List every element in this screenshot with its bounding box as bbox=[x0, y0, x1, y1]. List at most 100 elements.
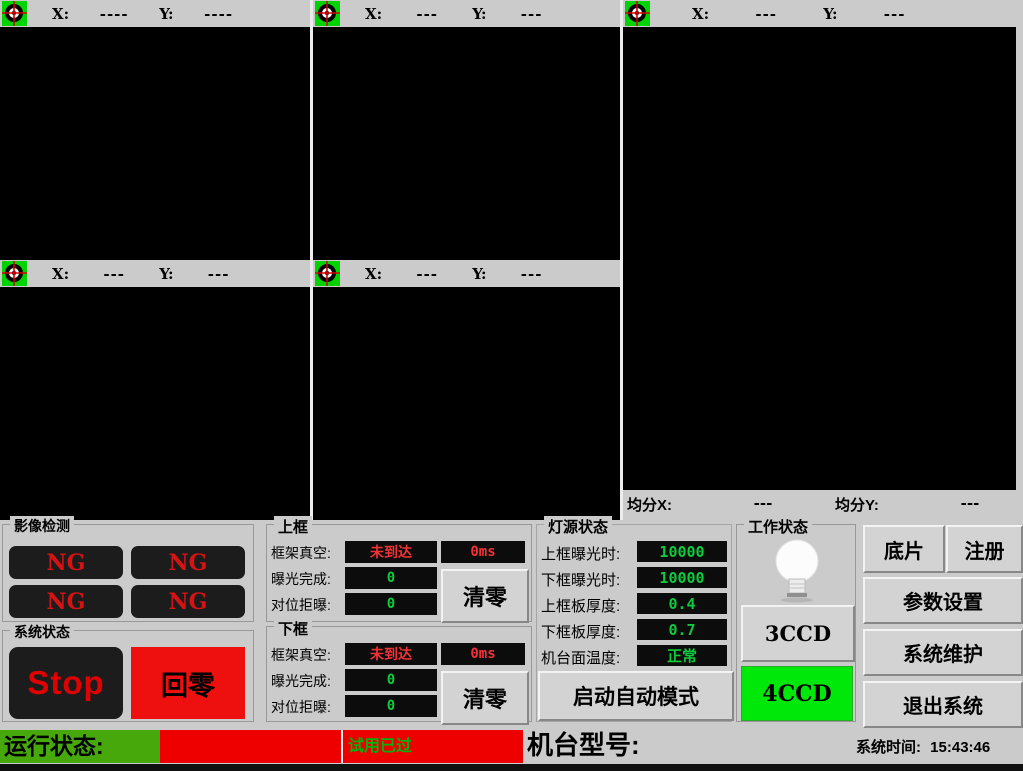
exposure-count-display: 0 bbox=[345, 669, 437, 691]
y-coord-value: --- bbox=[501, 265, 563, 283]
vacuum-status-display: 未到达 bbox=[345, 541, 437, 563]
parameter-settings-button[interactable]: 参数设置 bbox=[863, 577, 1023, 624]
camera-header-2: X: --- Y: --- bbox=[313, 0, 620, 27]
ccd4-mode-button[interactable]: 4CCD bbox=[741, 666, 853, 721]
align-reject-display: 0 bbox=[345, 695, 437, 717]
exposure-count-display: 0 bbox=[345, 567, 437, 589]
ng-indicator-4: NG bbox=[131, 585, 245, 618]
upper-frame-panel: 上框 框架真空: 未到达 0ms 曝光完成: 0 对位拒曝: 0 清零 bbox=[266, 524, 532, 622]
vacuum-time-display: 0ms bbox=[441, 643, 525, 665]
camera-header-5: X: --- Y: --- bbox=[313, 260, 620, 287]
x-coord-label: X: bbox=[365, 5, 382, 23]
lower-exposure-time-label: 下框曝光时: bbox=[541, 569, 620, 590]
system-time-value: 15:43:46 bbox=[930, 739, 990, 756]
work-status-title: 工作状态 bbox=[744, 516, 812, 537]
camera-viewport-3 bbox=[623, 27, 1016, 490]
y-coord-value: --- bbox=[501, 5, 563, 23]
lower-plate-thickness-display: 0.7 bbox=[637, 619, 727, 640]
align-reject-label: 对位拒曝: bbox=[271, 595, 331, 615]
film-button[interactable]: 底片 bbox=[863, 525, 945, 573]
start-auto-mode-button[interactable]: 启动自动模式 bbox=[538, 671, 734, 721]
table-temperature-display: 正常 bbox=[637, 645, 727, 666]
camera-viewport-4 bbox=[0, 287, 310, 520]
vacuum-label: 框架真空: bbox=[271, 543, 331, 563]
panel-divider bbox=[620, 0, 623, 520]
bulb-icon bbox=[770, 537, 824, 605]
y-coord-label: Y: bbox=[159, 265, 173, 283]
y-coord-value: --- bbox=[188, 265, 250, 283]
ccd3-mode-button[interactable]: 3CCD bbox=[741, 605, 855, 662]
upper-exposure-time-display: 10000 bbox=[637, 541, 727, 562]
y-coord-label: Y: bbox=[472, 265, 486, 283]
y-coord-value: --- bbox=[864, 5, 926, 23]
average-coordinates-bar: 均分X: --- 均分Y: --- bbox=[623, 490, 1023, 518]
ng-indicator-2: NG bbox=[131, 546, 245, 579]
trial-status-bar: 试用已过 bbox=[160, 730, 523, 763]
bottom-taskbar-strip bbox=[0, 764, 1023, 771]
y-coord-label: Y: bbox=[159, 5, 173, 23]
register-button[interactable]: 注册 bbox=[946, 525, 1023, 573]
avg-x-value: --- bbox=[728, 494, 798, 512]
avg-x-label: 均分X: bbox=[627, 494, 672, 515]
lower-plate-thickness-label: 下框板厚度: bbox=[541, 621, 620, 642]
lower-frame-panel: 下框 框架真空: 未到达 0ms 曝光完成: 0 对位拒曝: 0 清零 bbox=[266, 626, 532, 722]
image-detection-title: 影像检测 bbox=[10, 516, 74, 536]
ng-indicator-3: NG bbox=[9, 585, 123, 618]
exposure-done-label: 曝光完成: bbox=[271, 671, 331, 691]
crosshair-icon bbox=[625, 1, 650, 26]
upper-plate-thickness-display: 0.4 bbox=[637, 593, 727, 614]
camera-viewport-1 bbox=[0, 27, 310, 260]
exposure-done-label: 曝光完成: bbox=[271, 569, 331, 589]
crosshair-icon bbox=[315, 261, 340, 286]
x-coord-label: X: bbox=[365, 265, 382, 283]
align-reject-display: 0 bbox=[345, 593, 437, 615]
align-reject-label: 对位拒曝: bbox=[271, 697, 331, 717]
system-maintenance-button[interactable]: 系统维护 bbox=[863, 629, 1023, 676]
x-coord-value: --- bbox=[83, 265, 145, 283]
y-coord-label: Y: bbox=[823, 5, 837, 23]
trial-bar-divider bbox=[341, 730, 343, 763]
light-status-title: 灯源状态 bbox=[544, 516, 612, 537]
machine-model-label: 机台型号: bbox=[527, 728, 640, 762]
clear-upper-button[interactable]: 清零 bbox=[441, 569, 529, 623]
lower-frame-title: 下框 bbox=[274, 618, 312, 639]
system-time: 系统时间: 15:43:46 bbox=[856, 736, 990, 757]
x-coord-value: ---- bbox=[83, 5, 145, 23]
camera-header-4: X: --- Y: --- bbox=[0, 260, 310, 287]
work-status-panel: 工作状态 3CCD 4CCD bbox=[736, 524, 856, 722]
upper-plate-thickness-label: 上框板厚度: bbox=[541, 595, 620, 616]
system-status-panel: 系统状态 Stop 回零 bbox=[2, 630, 254, 722]
vacuum-status-display: 未到达 bbox=[345, 643, 437, 665]
x-coord-label: X: bbox=[692, 5, 709, 23]
y-coord-label: Y: bbox=[472, 5, 486, 23]
light-status-panel: 灯源状态 上框曝光时: 10000 下框曝光时: 10000 上框板厚度: 0.… bbox=[536, 524, 732, 722]
upper-frame-title: 上框 bbox=[274, 516, 312, 537]
camera-viewport-5 bbox=[313, 287, 620, 520]
avg-y-label: 均分Y: bbox=[835, 494, 879, 515]
run-status-label: 运行状态: bbox=[0, 730, 160, 763]
ng-indicator-1: NG bbox=[9, 546, 123, 579]
system-time-label: 系统时间: bbox=[856, 739, 921, 756]
vacuum-time-display: 0ms bbox=[441, 541, 525, 563]
camera-header-3: X: --- Y: --- bbox=[623, 0, 1023, 27]
x-coord-label: X: bbox=[52, 265, 69, 283]
image-detection-panel: 影像检测 NG NG NG NG bbox=[2, 524, 254, 622]
upper-exposure-time-label: 上框曝光时: bbox=[541, 543, 620, 564]
avg-y-value: --- bbox=[935, 494, 1005, 512]
lower-exposure-time-display: 10000 bbox=[637, 567, 727, 588]
trial-expired-text: 试用已过 bbox=[348, 730, 412, 763]
crosshair-icon bbox=[2, 1, 27, 26]
home-zero-button[interactable]: 回零 bbox=[131, 647, 245, 719]
clear-lower-button[interactable]: 清零 bbox=[441, 671, 529, 725]
x-coord-value: --- bbox=[396, 265, 458, 283]
camera-viewport-2 bbox=[313, 27, 620, 260]
exit-system-button[interactable]: 退出系统 bbox=[863, 681, 1023, 728]
table-temperature-label: 机台面温度: bbox=[541, 647, 620, 668]
crosshair-icon bbox=[315, 1, 340, 26]
machine-control-window: X: ---- Y: ---- X: --- Y: --- X: --- Y: … bbox=[0, 0, 1023, 771]
stop-button[interactable]: Stop bbox=[9, 647, 123, 719]
x-coord-value: --- bbox=[735, 5, 797, 23]
x-coord-label: X: bbox=[52, 5, 69, 23]
system-status-title: 系统状态 bbox=[10, 622, 74, 642]
y-coord-value: ---- bbox=[188, 5, 250, 23]
